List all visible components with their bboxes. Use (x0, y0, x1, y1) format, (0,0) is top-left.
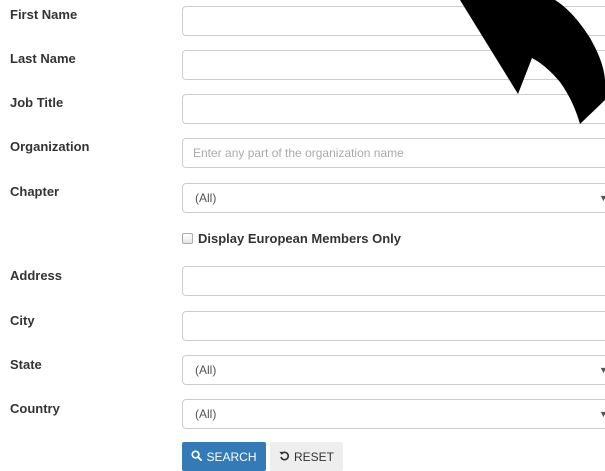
first-name-label: First Name (10, 7, 78, 22)
country-select[interactable]: (All) ▼ (182, 399, 605, 429)
last-name-label: Last Name (10, 51, 76, 66)
chapter-select[interactable]: (All) ▼ (182, 183, 605, 213)
country-selected-value: (All) (195, 407, 217, 421)
state-label: State (10, 357, 42, 372)
city-input[interactable] (182, 311, 605, 341)
caret-down-icon: ▼ (599, 365, 605, 375)
address-label: Address (10, 268, 63, 283)
european-members-label: Display European Members Only (198, 231, 402, 246)
search-button[interactable]: SEARCH (182, 442, 266, 471)
caret-down-icon: ▼ (599, 409, 605, 419)
reset-button[interactable]: RESET (270, 442, 343, 471)
country-label: Country (10, 401, 60, 416)
organization-label: Organization (10, 139, 90, 154)
caret-down-icon: ▼ (599, 193, 605, 203)
organization-input[interactable] (182, 138, 605, 168)
reset-button-label: RESET (293, 449, 334, 464)
chapter-selected-value: (All) (195, 191, 217, 205)
state-selected-value: (All) (195, 363, 217, 377)
european-members-checkbox[interactable] (182, 233, 193, 244)
undo-icon (279, 450, 290, 464)
search-button-label: SEARCH (206, 449, 257, 464)
european-members-toggle[interactable]: Display European Members Only (182, 231, 401, 246)
magnifier-icon (191, 449, 203, 464)
chapter-label: Chapter (10, 184, 60, 199)
address-input[interactable] (182, 266, 605, 296)
job-title-label: Job Title (10, 95, 64, 110)
annotation-arrow-icon (460, 0, 605, 124)
state-select[interactable]: (All) ▼ (182, 355, 605, 385)
city-label: City (10, 313, 35, 328)
